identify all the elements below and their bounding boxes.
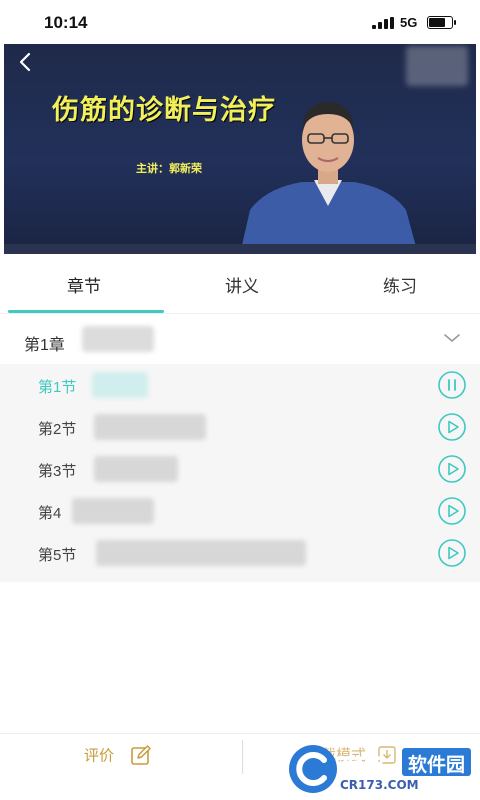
tab-indicator <box>8 310 164 313</box>
lesson-label: 第3节 <box>38 463 77 480</box>
battery-icon <box>427 16 456 29</box>
footer-divider <box>242 740 243 774</box>
lesson-label: 第4 <box>38 505 62 522</box>
video-floor <box>4 244 476 254</box>
watermark-site: CR173.COM <box>340 778 419 792</box>
battery-level <box>429 18 446 27</box>
signal-icon <box>372 17 394 29</box>
lesson-item-1[interactable]: 第1节 <box>0 364 480 406</box>
review-label: 评价 <box>84 747 115 765</box>
review-button[interactable]: 评价 <box>84 744 152 770</box>
status-time: 10:14 <box>44 13 88 32</box>
watermark-logo-icon <box>289 745 337 793</box>
lesson-label: 第1节 <box>38 379 77 396</box>
tab-exercises[interactable]: 练习 <box>320 272 480 297</box>
edit-icon <box>131 745 152 765</box>
play-icon[interactable] <box>437 454 467 484</box>
tab-chapters[interactable]: 章节 <box>4 272 164 297</box>
video-player[interactable]: 伤筋的诊断与治疗 主讲：郭新荣 <box>4 44 476 254</box>
video-overlay-blur <box>406 46 468 86</box>
play-icon[interactable] <box>437 412 467 442</box>
lesson-item-5[interactable]: 第5节 <box>0 532 480 574</box>
lesson-title-blurred <box>96 540 306 566</box>
chevron-down-icon[interactable] <box>443 332 461 344</box>
play-icon[interactable] <box>437 538 467 568</box>
presenter-image <box>240 102 418 254</box>
status-bar: 10:14 5G <box>0 0 480 44</box>
lesson-title-blurred <box>94 414 206 440</box>
lesson-list: 第1节 第2节 第3节 第4 第5节 <box>0 364 480 582</box>
lesson-item-4[interactable]: 第4 <box>0 490 480 532</box>
chapter-title-blurred <box>82 326 154 352</box>
lesson-label: 第5节 <box>38 547 77 564</box>
chapter-label: 第1章 <box>24 337 65 354</box>
lesson-title-blurred <box>72 498 154 524</box>
lesson-item-2[interactable]: 第2节 <box>0 406 480 448</box>
lesson-label: 第2节 <box>38 421 77 438</box>
lesson-title-blurred <box>94 456 178 482</box>
watermark: 西西 软件园 CR173.COM <box>286 742 476 796</box>
video-subtitle: 主讲：郭新荣 <box>136 163 202 175</box>
tab-handouts[interactable]: 讲义 <box>162 272 322 297</box>
lesson-item-3[interactable]: 第3节 <box>0 448 480 490</box>
network-label: 5G <box>400 15 418 30</box>
chapter-header[interactable]: 第1章 <box>0 316 480 364</box>
tab-bar: 章节 讲义 练习 <box>0 254 480 314</box>
watermark-badge: 软件园 <box>402 748 472 776</box>
pause-icon[interactable] <box>437 370 467 400</box>
play-icon[interactable] <box>437 496 467 526</box>
lesson-title-blurred <box>92 372 148 398</box>
back-arrow-icon[interactable] <box>14 50 38 74</box>
